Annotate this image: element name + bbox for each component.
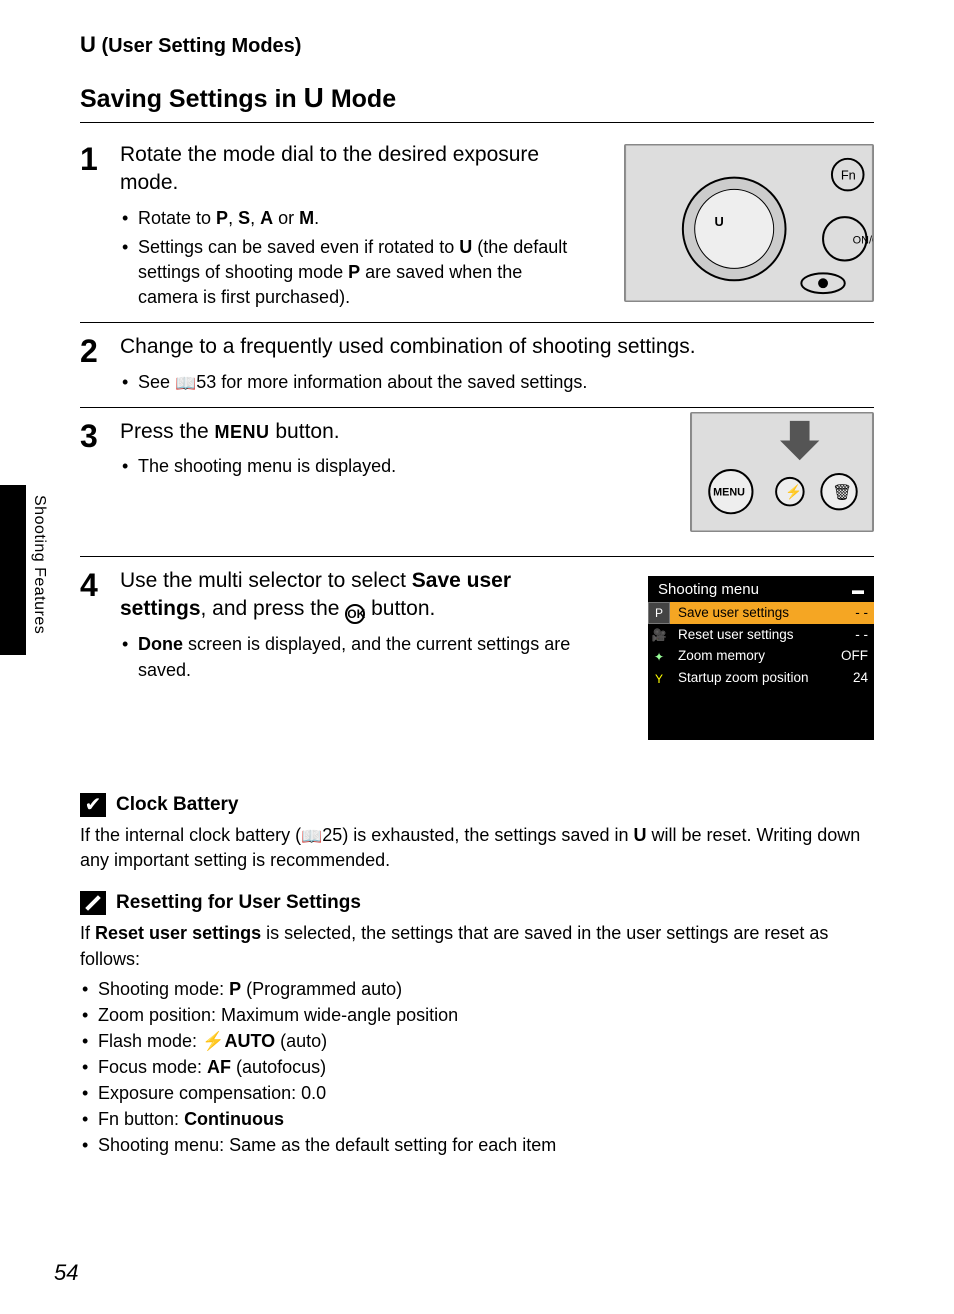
menu-tab-movie-icon: 🎥 xyxy=(648,624,670,646)
step-2-title: Change to a frequently used combination … xyxy=(120,333,874,361)
reset-title: Resetting for User Settings xyxy=(116,892,361,914)
menu-button-glyph: MENU xyxy=(215,422,270,442)
reset-li-2: Zoom position: Maximum wide-angle positi… xyxy=(80,1002,874,1028)
book-icon: 📖 xyxy=(301,825,322,849)
step-4-bullet-1: Done screen is displayed, and the curren… xyxy=(120,632,580,682)
reset-li-5: Exposure compensation: 0.0 xyxy=(80,1080,874,1106)
svg-text:U: U xyxy=(714,214,723,229)
reset-head: Resetting for User Settings xyxy=(80,891,874,915)
menu-tab-setup-icon: Y xyxy=(648,668,670,690)
step-1-bullet-2: Settings can be saved even if rotated to… xyxy=(120,235,580,311)
svg-text:🗑: 🗑 xyxy=(832,484,852,502)
menu-tab-p-icon: P xyxy=(648,602,670,624)
step-1-title: Rotate the mode dial to the desired expo… xyxy=(120,141,590,198)
step-2: 2 Change to a frequently used combinatio… xyxy=(80,333,874,399)
reset-li-4: Focus mode: AF (autofocus) xyxy=(80,1054,874,1080)
reset-li-1: Shooting mode: P (Programmed auto) xyxy=(80,976,874,1002)
caution-icon: ✔ xyxy=(80,793,106,817)
u-mode-glyph: U xyxy=(80,32,96,57)
pencil-icon xyxy=(80,891,106,915)
step-4-number: 4 xyxy=(80,569,120,601)
menu-row-startup-zoom: Startup zoom position24 xyxy=(670,667,874,689)
step-1-bullet-1: Rotate to P, S, A or M. xyxy=(120,206,580,231)
svg-text:Fn: Fn xyxy=(841,168,856,183)
clock-battery-body: If the internal clock battery (📖25) is e… xyxy=(80,823,874,873)
step-rule-2 xyxy=(80,407,874,408)
svg-text:⚡: ⚡ xyxy=(785,484,802,501)
clock-battery-head: ✔ Clock Battery xyxy=(80,793,874,817)
step-rule-1 xyxy=(80,322,874,323)
title-u-glyph: U xyxy=(304,82,324,113)
svg-text:ON/O: ON/O xyxy=(853,235,873,247)
menu-tab-gps-icon: ✦ xyxy=(648,646,670,668)
step-1-number: 1 xyxy=(80,143,120,175)
page-number: 54 xyxy=(54,1260,78,1286)
shooting-menu-screenshot: Shooting menu ▬ P 🎥 ✦ Y Save user settin… xyxy=(648,576,874,740)
step-3-number: 3 xyxy=(80,420,120,452)
step-rule-3 xyxy=(80,556,874,557)
reset-li-3: Flash mode: ⚡AUTO (auto) xyxy=(80,1028,874,1054)
step-2-bullet-1: See 📖53 for more information about the s… xyxy=(120,370,874,395)
menu-title-bar: Shooting menu ▬ xyxy=(648,576,874,602)
menu-side-icons: P 🎥 ✦ Y xyxy=(648,602,670,690)
notes: ✔ Clock Battery If the internal clock ba… xyxy=(80,793,874,1158)
menu-button-illustration: MENU ⚡ 🗑 xyxy=(690,412,874,532)
book-icon: 📖 xyxy=(175,372,196,396)
mode-dial-illustration: U Fn ON/O xyxy=(624,144,874,302)
menu-row-reset: Reset user settings- - xyxy=(670,624,874,646)
page-title: Saving Settings in U Mode xyxy=(80,82,874,114)
title-rule xyxy=(80,122,874,123)
menu-title-text: Shooting menu xyxy=(658,581,759,598)
menu-row-save: Save user settings- - xyxy=(670,602,874,624)
reset-body: If Reset user settings is selected, the … xyxy=(80,921,874,1158)
step-2-number: 2 xyxy=(80,335,120,367)
menu-row-zoom-memory: Zoom memoryOFF xyxy=(670,645,874,667)
clock-battery-title: Clock Battery xyxy=(116,794,239,816)
step-4-title: Use the multi selector to select Save us… xyxy=(120,567,590,624)
title-post: Mode xyxy=(324,85,396,113)
reset-li-7: Shooting menu: Same as the default setti… xyxy=(80,1132,874,1158)
header-text: (User Setting Modes) xyxy=(96,35,302,57)
title-pre: Saving Settings in xyxy=(80,85,304,113)
battery-icon: ▬ xyxy=(852,583,864,597)
svg-text:MENU: MENU xyxy=(713,487,745,499)
reset-li-6: Fn button: Continuous xyxy=(80,1106,874,1132)
ok-button-icon: OK xyxy=(345,604,365,624)
page-header: U (User Setting Modes) xyxy=(80,32,874,58)
